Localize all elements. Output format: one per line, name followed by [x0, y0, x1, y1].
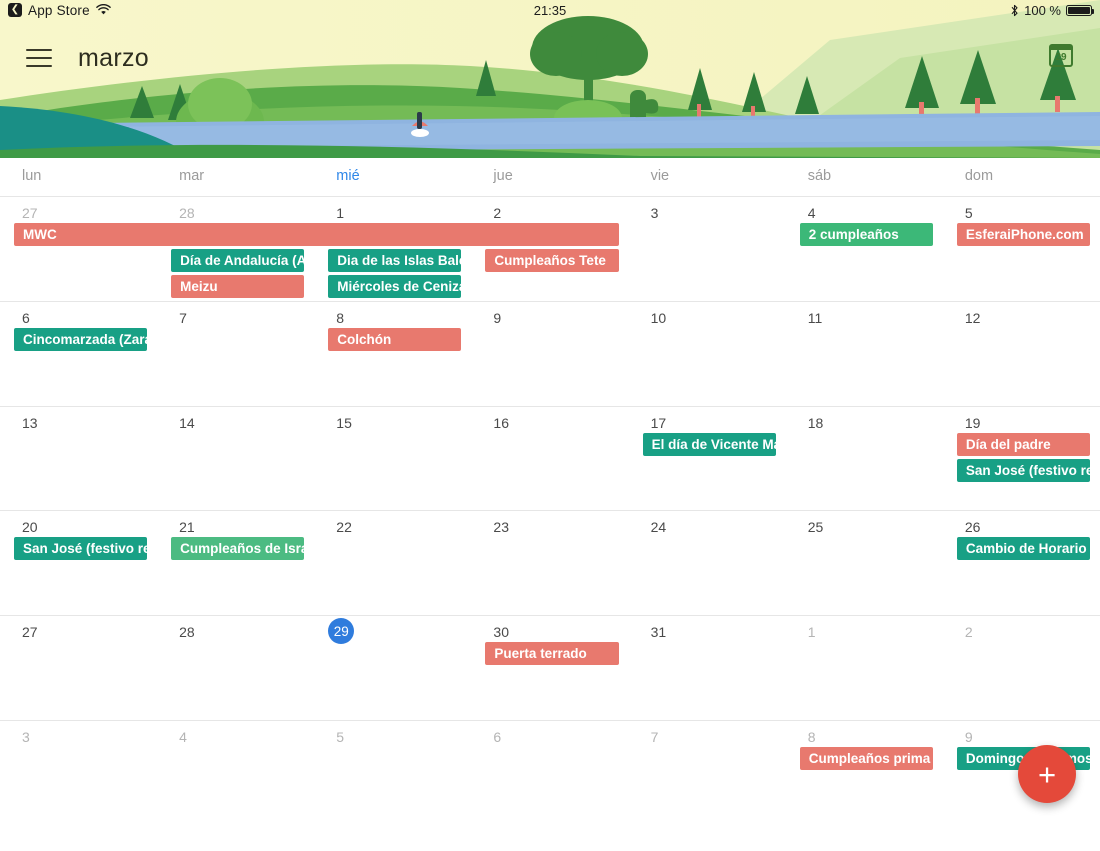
day-number[interactable]: 15	[336, 415, 352, 431]
day-number[interactable]: 12	[965, 310, 981, 326]
plus-icon: +	[1038, 759, 1056, 790]
day-number[interactable]: 30	[493, 624, 509, 640]
calendar-event-chip[interactable]: Meizu	[171, 275, 304, 298]
day-number[interactable]: 4	[808, 205, 816, 221]
day-number[interactable]: 1	[808, 624, 816, 640]
day-number[interactable]: 13	[22, 415, 38, 431]
day-number[interactable]: 8	[808, 729, 816, 745]
day-number[interactable]: 14	[179, 415, 195, 431]
weekday-label-dom: dom	[943, 158, 1100, 196]
calendar-week-row: 27 28 1 2 3 4 5 MWC 2 cumpleaños EsferaiPhone.com…	[0, 196, 1100, 301]
calendar-event-chip[interactable]: Cumpleaños de Israe	[171, 537, 304, 560]
calendar-week-row: 13 14 15 16 17 18 19 El día de Vicente Má Día de…	[0, 406, 1100, 511]
calendar-event-chip[interactable]: Cumpleaños Tete	[485, 249, 618, 272]
day-number[interactable]: 27	[22, 624, 38, 640]
today-day-number[interactable]: 29	[328, 618, 354, 644]
day-number[interactable]: 4	[179, 729, 187, 745]
day-number[interactable]: 3	[651, 205, 659, 221]
day-number[interactable]: 18	[808, 415, 824, 431]
weekday-label-mié: mié	[314, 158, 471, 196]
day-number[interactable]: 26	[965, 519, 981, 535]
status-bar: ❮ App Store 21:35 100 %	[0, 0, 1100, 20]
day-number[interactable]: 27	[22, 205, 38, 221]
calendar-event-chip[interactable]: Día de Andalucía (An	[171, 249, 304, 272]
calendar-grid: 272812345MWC2 cumpleañosEsferaiPhone.com…	[0, 196, 1100, 825]
calendar-icon-day: 29	[1055, 52, 1066, 63]
weekday-label-jue: jue	[471, 158, 628, 196]
day-number[interactable]: 9	[965, 729, 973, 745]
calendar-event-chip[interactable]: Colchón	[328, 328, 461, 351]
weekday-label-vie: vie	[629, 158, 786, 196]
calendar-week-row: 3456789Cumpleaños prima ADomingo de Ramo…	[0, 720, 1100, 825]
day-number[interactable]: 20	[22, 519, 38, 535]
battery-percent-label: 100 %	[1024, 3, 1061, 18]
day-number[interactable]: 10	[651, 310, 667, 326]
calendar-event-chip[interactable]: Puerta terrado	[485, 642, 618, 665]
day-number[interactable]: 5	[336, 729, 344, 745]
day-number[interactable]: 2	[965, 624, 973, 640]
status-bar-right: 100 %	[1010, 3, 1092, 18]
day-number[interactable]: 2	[493, 205, 501, 221]
day-number[interactable]: 31	[651, 624, 667, 640]
calendar-event-chip[interactable]: San José (festivo reg	[957, 459, 1090, 482]
weekday-label-lun: lun	[0, 158, 157, 196]
calendar-event-chip[interactable]: EsferaiPhone.com	[957, 223, 1090, 246]
day-number[interactable]: 23	[493, 519, 509, 535]
app-top-bar: marzo 29	[0, 30, 1100, 86]
weekday-label-mar: mar	[157, 158, 314, 196]
bluetooth-icon	[1010, 4, 1019, 17]
day-number[interactable]: 8	[336, 310, 344, 326]
battery-full-icon	[1066, 5, 1092, 16]
day-number[interactable]: 5	[965, 205, 973, 221]
day-number[interactable]: 7	[651, 729, 659, 745]
day-number[interactable]: 22	[336, 519, 352, 535]
day-number[interactable]: 19	[965, 415, 981, 431]
calendar-event-chip[interactable]: El día de Vicente Má	[643, 433, 776, 456]
calendar-event-chip[interactable]: MWC	[14, 223, 619, 246]
day-number[interactable]: 6	[22, 310, 30, 326]
day-number[interactable]: 16	[493, 415, 509, 431]
day-number[interactable]: 28	[179, 624, 195, 640]
page-title: marzo	[78, 44, 149, 73]
day-number[interactable]: 17	[651, 415, 667, 431]
calendar-event-chip[interactable]: Cambio de Horario d	[957, 537, 1090, 560]
hamburger-menu-icon[interactable]	[26, 49, 52, 67]
day-number[interactable]: 28	[179, 205, 195, 221]
calendar-week-row: 6 7 8 9 10 11 12 Cincomarzada (Zarag Colchón	[0, 301, 1100, 406]
weekday-header: lunmarmiéjueviesábdom	[0, 158, 1100, 196]
day-number[interactable]: 6	[493, 729, 501, 745]
day-number[interactable]: 25	[808, 519, 824, 535]
day-number[interactable]: 11	[808, 310, 823, 326]
calendar-event-chip[interactable]: 2 cumpleaños	[800, 223, 933, 246]
day-number[interactable]: 24	[651, 519, 667, 535]
calendar-event-chip[interactable]: Dia de las Islas Balea	[328, 249, 461, 272]
day-number[interactable]: 7	[179, 310, 187, 326]
day-number[interactable]: 21	[179, 519, 195, 535]
calendar-week-row: 20 21 22 23 24 25 26 San José (festivo reg Cumpl…	[0, 510, 1100, 615]
add-event-fab[interactable]: +	[1018, 745, 1076, 803]
calendar-event-chip[interactable]: Cincomarzada (Zarag	[14, 328, 147, 351]
today-calendar-button[interactable]: 29	[1044, 38, 1078, 72]
calendar-week-row: 27 28 29 30 31 1 2 Puerta terrado	[0, 615, 1100, 720]
weekday-label-sáb: sáb	[786, 158, 943, 196]
header-illustration: marzo 29	[0, 0, 1100, 158]
day-number[interactable]: 1	[336, 205, 344, 221]
calendar-event-chip[interactable]: San José (festivo reg	[14, 537, 147, 560]
event-layer: Cumpleaños prima ADomingo de Ramos	[0, 747, 1100, 851]
calendar-29-icon: 29	[1049, 44, 1073, 67]
calendar-event-chip[interactable]: Miércoles de Ceniza	[328, 275, 461, 298]
day-number[interactable]: 3	[22, 729, 30, 745]
calendar-event-chip[interactable]: Cumpleaños prima A	[800, 747, 933, 770]
day-number[interactable]: 9	[493, 310, 501, 326]
calendar-event-chip[interactable]: Día del padre	[957, 433, 1090, 456]
status-bar-clock: 21:35	[0, 3, 1100, 18]
